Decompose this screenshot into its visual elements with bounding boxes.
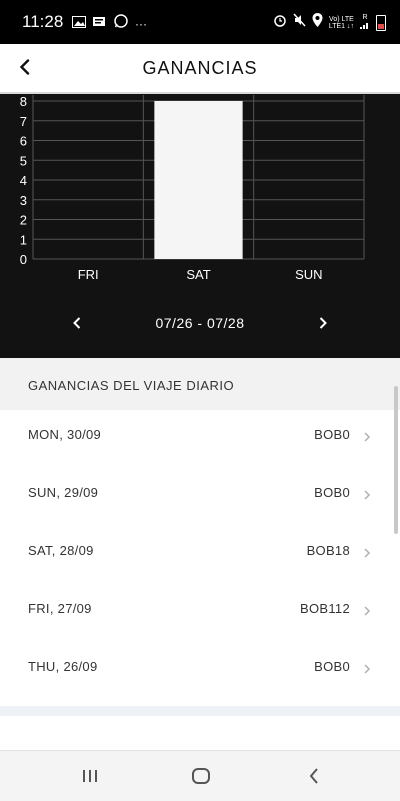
message-icon bbox=[93, 15, 107, 33]
item-amount: BOB18 bbox=[306, 543, 350, 558]
app-header: GANANCIAS bbox=[0, 44, 400, 94]
home-icon bbox=[192, 768, 210, 784]
list-item[interactable]: SUN, 29/09 BOB0 bbox=[0, 468, 400, 526]
y-tick-label: 7 bbox=[20, 114, 27, 129]
network-type: Vo) LTE LTE1 ↓↑ bbox=[328, 15, 354, 30]
earnings-bar-chart: 0 1 2 3 4 5 6 7 8 FRI SAT SUN bbox=[20, 94, 365, 282]
page-title: GANANCIAS bbox=[142, 58, 258, 78]
list-divider bbox=[0, 706, 400, 716]
y-tick-label: 8 bbox=[20, 94, 27, 109]
status-bar: 11:28 ··· Vo) LTE LTE1 ↓↑ R bbox=[0, 0, 400, 44]
week-navigator: 07/26 - 07/28 bbox=[0, 308, 400, 338]
mute-icon bbox=[293, 13, 306, 32]
recent-apps-icon bbox=[83, 770, 97, 782]
location-icon bbox=[312, 13, 323, 32]
item-date: MON, 30/09 bbox=[28, 427, 102, 442]
chevron-right-icon bbox=[364, 606, 371, 616]
list-item[interactable]: FRI, 27/09 BOB112 bbox=[0, 584, 400, 642]
list-item[interactable]: THU, 26/09 BOB0 bbox=[0, 642, 400, 700]
item-amount: BOB0 bbox=[314, 427, 350, 442]
daily-earnings-header: GANANCIAS DEL VIAJE DIARIO bbox=[0, 358, 400, 410]
list-item[interactable]: SAT, 28/09 BOB18 bbox=[0, 526, 400, 584]
item-amount: BOB112 bbox=[300, 601, 350, 616]
chevron-right-icon bbox=[364, 664, 371, 674]
y-tick-label: 1 bbox=[20, 232, 27, 247]
x-tick-label: SUN bbox=[295, 267, 322, 282]
scrollbar[interactable] bbox=[394, 386, 398, 534]
signal-icon: R bbox=[360, 14, 370, 31]
item-amount: BOB0 bbox=[314, 659, 350, 674]
chart-bar bbox=[154, 101, 243, 259]
list-item[interactable]: MON, 30/09 BOB0 bbox=[0, 410, 400, 468]
y-tick-label: 4 bbox=[20, 173, 27, 188]
chevron-right-icon bbox=[319, 317, 327, 329]
item-date: FRI, 27/09 bbox=[28, 601, 92, 616]
y-tick-label: 0 bbox=[20, 252, 27, 267]
daily-earnings-list: MON, 30/09 BOB0 SUN, 29/09 BOB0 SAT, 28/… bbox=[0, 410, 400, 700]
x-tick-label: FRI bbox=[78, 267, 99, 282]
y-tick-label: 3 bbox=[20, 193, 27, 208]
chevron-right-icon bbox=[364, 490, 371, 500]
item-date: SUN, 29/09 bbox=[28, 485, 99, 500]
x-tick-label: SAT bbox=[186, 267, 210, 282]
system-icons: Vo) LTE LTE1 ↓↑ R bbox=[273, 13, 386, 32]
item-amount: BOB0 bbox=[314, 485, 350, 500]
chevron-right-icon bbox=[364, 432, 371, 442]
item-date: SAT, 28/09 bbox=[28, 543, 94, 558]
recent-apps-button[interactable] bbox=[76, 763, 104, 789]
back-arrow-icon bbox=[309, 768, 318, 784]
earnings-chart-panel: 0 1 2 3 4 5 6 7 8 FRI SAT SUN 07/26 - 07/28 bbox=[0, 94, 400, 358]
y-tick-label: 5 bbox=[20, 153, 27, 168]
alarm-icon bbox=[273, 13, 287, 32]
week-range-label: 07/26 - 07/28 bbox=[155, 315, 245, 331]
item-date: THU, 26/09 bbox=[28, 659, 98, 674]
battery-icon bbox=[376, 14, 386, 31]
status-time: 11:28 bbox=[22, 12, 64, 31]
next-week-button[interactable] bbox=[310, 310, 336, 336]
chevron-right-icon bbox=[364, 548, 371, 558]
y-tick-label: 6 bbox=[20, 134, 27, 149]
whatsapp-icon bbox=[114, 14, 128, 33]
gallery-icon bbox=[72, 15, 86, 33]
system-back-button[interactable] bbox=[300, 763, 328, 789]
more-notifications: ··· bbox=[135, 16, 147, 31]
system-navigation-bar bbox=[0, 750, 400, 801]
daily-earnings-title: GANANCIAS DEL VIAJE DIARIO bbox=[28, 378, 235, 393]
notification-icons: ··· bbox=[72, 14, 147, 33]
home-button[interactable] bbox=[187, 763, 215, 789]
y-tick-label: 2 bbox=[20, 213, 27, 228]
